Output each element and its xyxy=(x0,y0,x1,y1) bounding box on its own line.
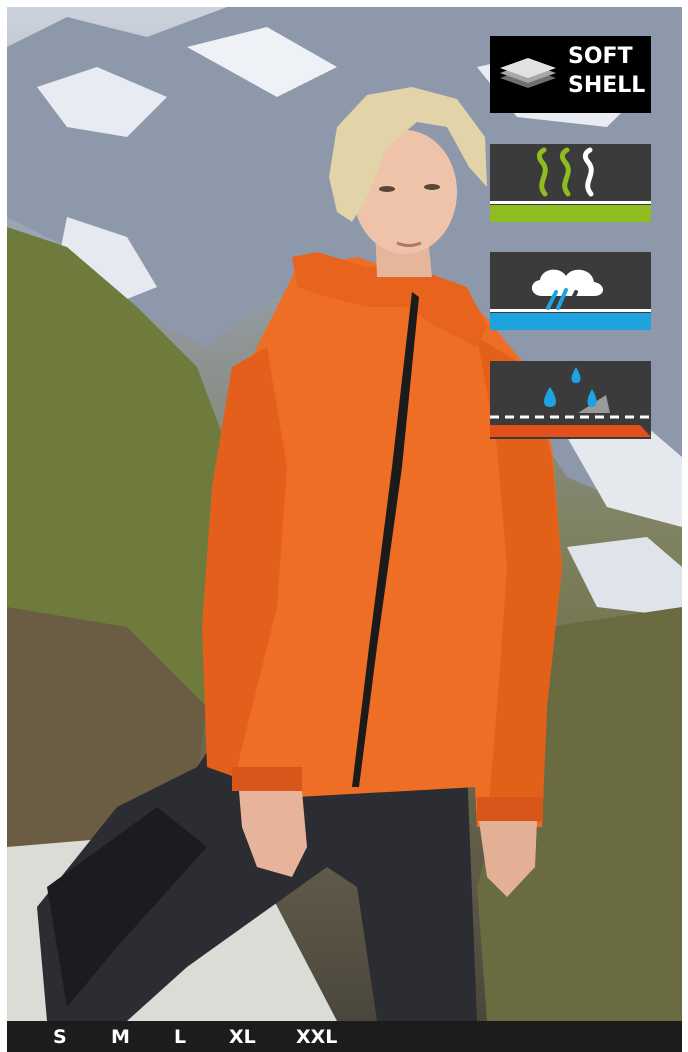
size-xxl: XXL xyxy=(296,1026,338,1048)
size-s: S xyxy=(53,1026,67,1048)
size-xl: XL xyxy=(229,1026,256,1048)
size-bar: S M L XL XXL xyxy=(7,1021,682,1052)
water-drops-membrane-icon xyxy=(490,361,651,439)
size-m: M xyxy=(111,1026,130,1048)
size-l: L xyxy=(174,1026,187,1048)
softshell-label-line1: SOFT xyxy=(568,44,633,69)
layered-fabric-icon xyxy=(500,58,556,88)
rain-badge xyxy=(490,252,651,330)
rain-cloud-icon xyxy=(490,252,651,330)
membrane-badge xyxy=(490,361,651,439)
softshell-badge: SOFT SHELL xyxy=(490,36,651,113)
breathable-vapor-icon xyxy=(490,144,651,222)
breathable-badge xyxy=(490,144,651,222)
softshell-label-line2: SHELL xyxy=(568,73,646,98)
